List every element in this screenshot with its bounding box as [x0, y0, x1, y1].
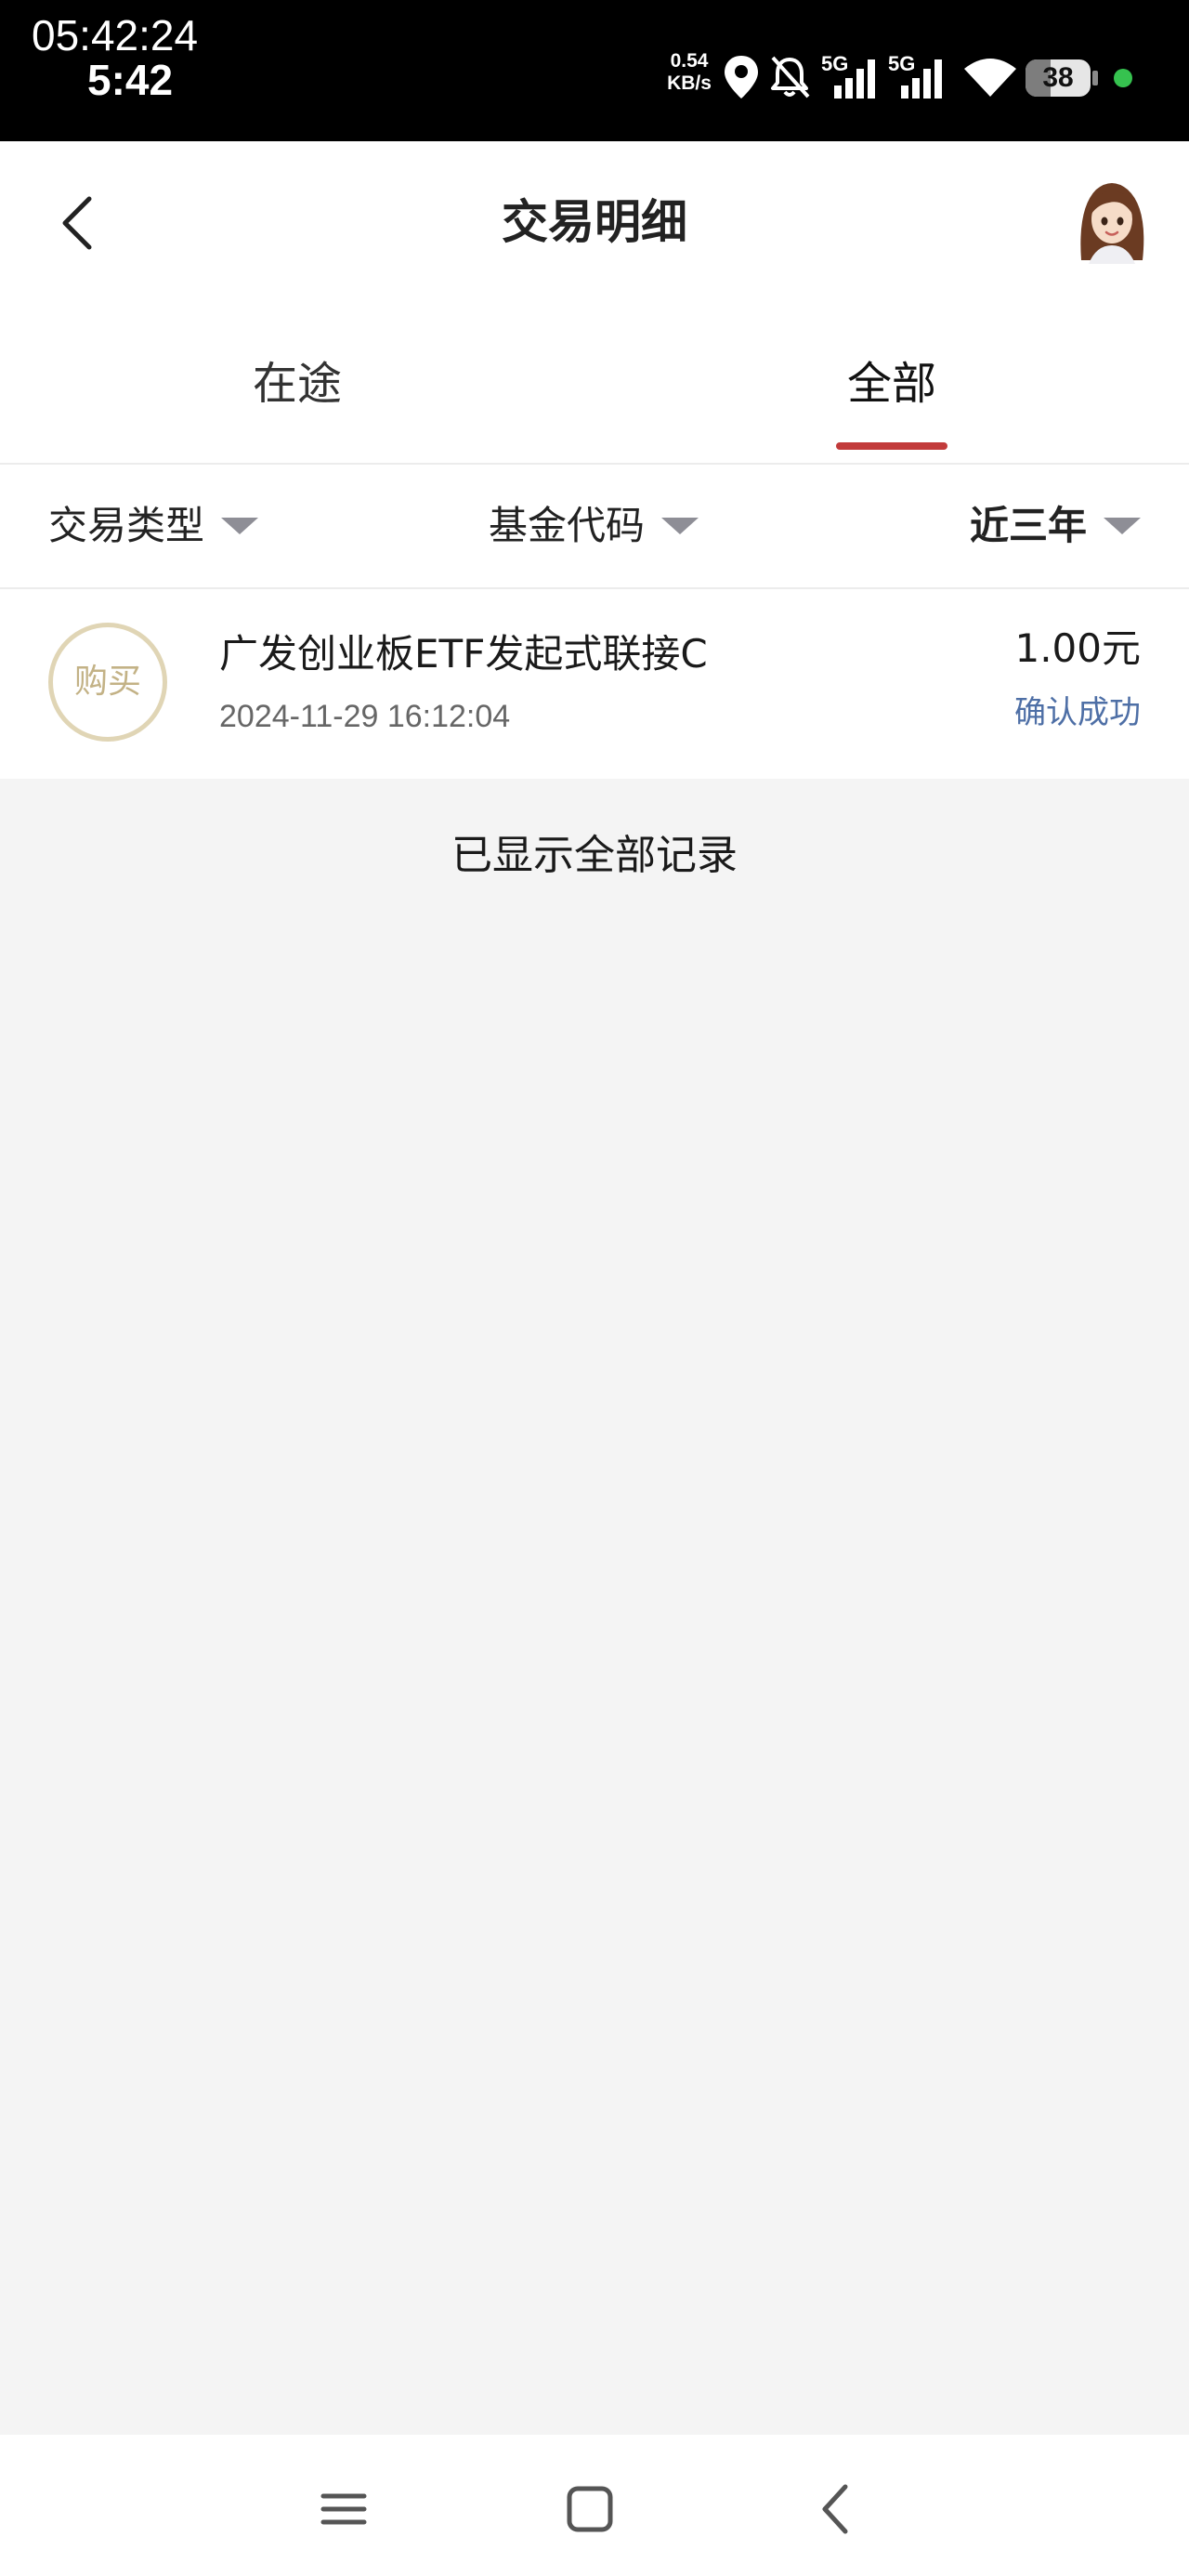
filter-fund-code-label: 基金代码: [489, 503, 646, 548]
menu-button[interactable]: [307, 2472, 381, 2546]
location-icon: [723, 54, 760, 100]
home-button[interactable]: [553, 2472, 627, 2546]
network-speed: 0.54 KB/s: [661, 50, 717, 95]
filter-period[interactable]: 近三年: [970, 496, 1141, 556]
filter-bar: 交易类型 基金代码 近三年: [0, 465, 1189, 589]
system-back-button[interactable]: [799, 2472, 873, 2546]
chevron-left-icon: [62, 196, 92, 250]
active-tab-indicator: [836, 442, 947, 450]
menu-icon: [320, 2493, 367, 2525]
network-type-label-1: 5G: [821, 52, 848, 75]
transaction-time: 2024-11-29 16:12:04: [219, 699, 511, 734]
transaction-list: 购买 广发创业板ETF发起式联接C 2024-11-29 16:12:04 1.…: [0, 589, 1189, 779]
transaction-type-badge: 购买: [48, 623, 167, 742]
network-speed-value: 0.54: [670, 50, 709, 72]
tab-bar: 在途 全部: [0, 305, 1189, 465]
filter-period-label: 近三年: [969, 503, 1087, 548]
transaction-amount: 1.00元: [1014, 625, 1141, 671]
assistant-avatar[interactable]: [1068, 171, 1156, 264]
fund-name: 广发创业板ETF发起式联接C: [219, 631, 708, 677]
filter-fund-code[interactable]: 基金代码: [489, 496, 699, 556]
avatar-icon: [1080, 183, 1144, 264]
filter-transaction-type-label: 交易类型: [48, 503, 205, 548]
tab-in-transit[interactable]: 在途: [111, 351, 483, 416]
wifi-icon: [962, 54, 1018, 100]
status-clock: 5:42: [87, 56, 174, 104]
filter-transaction-type[interactable]: 交易类型: [48, 496, 259, 556]
transaction-status: 确认成功: [1014, 694, 1141, 731]
bell-muted-icon: [767, 54, 812, 100]
back-chevron-icon: [822, 2484, 848, 2534]
signal-icon: 5G: [819, 50, 881, 99]
page-header: 交易明细: [0, 141, 1189, 305]
battery-level-text: 38: [1042, 62, 1074, 93]
battery-tip: [1092, 71, 1098, 85]
status-bar: 05:42:24 5:42 0.54 KB/s 5G 5G 38: [0, 0, 1189, 141]
system-navigation-bar: [0, 2435, 1189, 2576]
battery-icon: 38: [1026, 59, 1091, 97]
caret-down-icon: [221, 518, 259, 534]
signal-icon: 5G: [886, 50, 947, 99]
caret-down-icon: [1104, 518, 1141, 534]
caret-down-icon: [661, 518, 699, 534]
list-end-note: 已显示全部记录: [451, 832, 738, 879]
back-button[interactable]: [46, 186, 113, 260]
transaction-row[interactable]: 购买 广发创业板ETF发起式联接C 2024-11-29 16:12:04 1.…: [0, 589, 1189, 779]
home-square-icon: [567, 2486, 613, 2532]
tab-all[interactable]: 全部: [706, 351, 1078, 416]
privacy-indicator-dot: [1114, 69, 1132, 87]
network-speed-unit: KB/s: [667, 72, 712, 94]
network-type-label-2: 5G: [888, 52, 915, 75]
page-title: 交易明细: [502, 195, 687, 249]
